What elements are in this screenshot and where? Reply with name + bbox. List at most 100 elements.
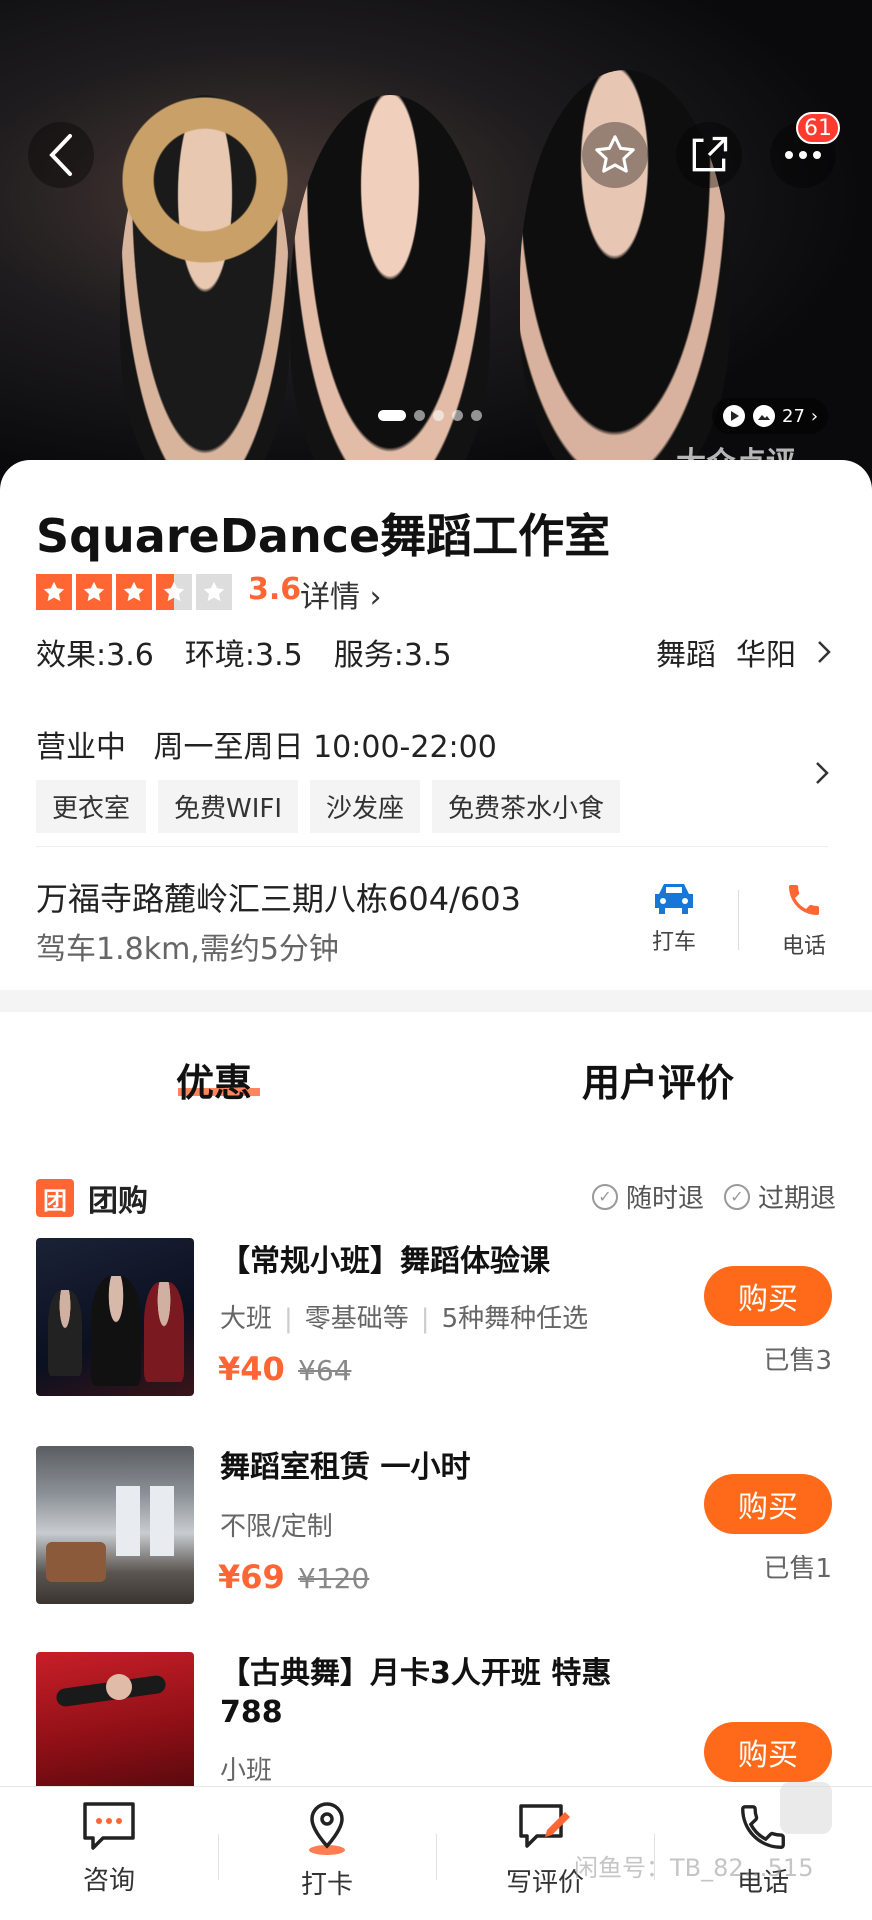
open-status: 营业中 <box>36 730 126 765</box>
facility-tag: 免费WIFI <box>158 780 299 833</box>
shop-address[interactable]: 万福寺路麓岭汇三期八栋604/603 <box>36 874 521 920</box>
notification-badge: 61 <box>796 112 840 144</box>
deal-tags: 小班 <box>220 1750 272 1787</box>
deal-thumbnail[interactable] <box>36 1238 194 1396</box>
more-dots-icon <box>785 151 821 159</box>
buy-button[interactable]: 购买 <box>704 1266 832 1326</box>
thumbnail-figure <box>48 1290 82 1376</box>
shop-name: SquareDance舞蹈工作室 <box>36 509 611 563</box>
write-review-label: 写评价 <box>505 1868 584 1898</box>
tag-separator: | <box>420 1304 430 1334</box>
group-buy-title: 团购 <box>88 1184 148 1219</box>
deal-tag: 小班 <box>220 1756 273 1786</box>
refund-guarantees: ✓ 随时退 ✓ 过期退 <box>591 1178 836 1215</box>
carousel-dot <box>414 410 425 421</box>
back-button[interactable] <box>28 122 94 188</box>
category-label: 舞蹈 <box>656 638 716 673</box>
carousel-dot <box>433 410 444 421</box>
deal-tag: 零基础等 <box>304 1304 409 1334</box>
buy-button[interactable]: 购买 <box>704 1474 832 1534</box>
thumbnail-figure <box>91 1276 141 1386</box>
sold-count: 已售1 <box>763 1554 832 1584</box>
dancer-figure <box>290 95 490 490</box>
detail-label: 详情 <box>300 580 360 615</box>
chevron-right-icon: › <box>810 405 819 427</box>
chevron-right-icon: › <box>360 580 382 615</box>
group-buy-icon: 团 <box>36 1179 74 1217</box>
consult-button[interactable]: 咨询 <box>29 1800 189 1897</box>
deal-price: ¥69 <box>218 1558 285 1596</box>
buy-button[interactable]: 购买 <box>704 1722 832 1782</box>
rating-score: 3.6 <box>248 572 302 607</box>
divider <box>36 846 828 847</box>
divider <box>218 1834 219 1880</box>
phone-icon <box>789 885 819 915</box>
tab-deals[interactable]: 优惠 <box>176 1052 252 1107</box>
check-circle-icon: ✓ <box>723 1183 750 1210</box>
guarantee-label: 过期退 <box>757 1184 836 1214</box>
deal-tag: 5种舞种任选 <box>441 1304 589 1334</box>
sold-count: 已售3 <box>763 1346 832 1376</box>
carousel-dot <box>471 410 482 421</box>
checkin-label: 打卡 <box>300 1870 353 1900</box>
star-half-icon <box>156 574 192 610</box>
carousel-dot-active <box>378 410 406 421</box>
taxi-button[interactable]: 打车 <box>634 880 714 956</box>
divider <box>738 890 739 950</box>
group-buy-header: 团 团购 <box>36 1176 148 1220</box>
back-arrow-icon <box>49 134 72 176</box>
deal-tag: 大班 <box>220 1304 273 1334</box>
phone-button[interactable]: 电话 <box>764 880 844 960</box>
carousel-dot <box>452 410 463 421</box>
divider <box>436 1834 437 1880</box>
deal-thumbnail[interactable] <box>36 1652 194 1786</box>
carousel-indicator <box>378 410 482 421</box>
watermark-logo <box>780 1782 832 1834</box>
watermark-text: 闲鱼号：TB_82…515 <box>574 1854 814 1882</box>
facility-tag: 沙发座 <box>310 780 421 833</box>
tag-separator: | <box>284 1304 293 1334</box>
category-link[interactable]: 舞蹈 华阳 <box>656 630 832 674</box>
thumbnail-window <box>116 1486 140 1556</box>
chevron-right-icon[interactable] <box>814 760 830 786</box>
share-icon <box>692 136 728 172</box>
dancer-hair <box>105 90 305 290</box>
star-icon <box>76 574 112 610</box>
facility-tags: 更衣室 免费WIFI 沙发座 免费茶水小食 <box>36 780 621 833</box>
star-icon <box>36 574 72 610</box>
deal-thumbnail[interactable] <box>36 1446 194 1604</box>
drive-distance: 驾车1.8km,需约5分钟 <box>36 932 339 967</box>
facility-tag: 更衣室 <box>36 780 147 833</box>
star-outline-icon <box>595 135 635 173</box>
thumbnail-window <box>150 1486 174 1556</box>
location-pin-icon <box>309 1802 345 1855</box>
business-hours[interactable]: 营业中 周一至周日 10:00-22:00 <box>36 722 497 766</box>
tab-reviews[interactable]: 用户评价 <box>582 1052 734 1107</box>
thumbnail-sofa <box>46 1542 106 1582</box>
thumbnail-figure <box>106 1674 132 1700</box>
deal-title[interactable]: 【古典舞】月卡3人开班 特惠 788 <box>220 1654 660 1732</box>
star-rating <box>36 574 232 610</box>
favorite-button[interactable] <box>582 122 648 188</box>
deal-original-price: ¥64 <box>298 1354 352 1387</box>
deal-title[interactable]: 【常规小班】舞蹈体验课 <box>220 1242 660 1281</box>
deal-tags: 不限/定制 <box>220 1506 333 1543</box>
rating-detail-link[interactable]: 详情 › <box>300 572 382 616</box>
guarantee-anytime: ✓ 随时退 <box>591 1178 704 1215</box>
media-count-pill[interactable]: 27 › <box>712 398 829 434</box>
checkin-button[interactable]: 打卡 <box>247 1800 407 1901</box>
sub-scores: 效果:3.6 环境:3.5 服务:3.5 <box>36 638 452 673</box>
thumbnail-figure <box>144 1282 184 1382</box>
edit-review-icon <box>519 1804 570 1848</box>
star-empty-icon <box>196 574 232 610</box>
facility-tag: 免费茶水小食 <box>432 780 621 833</box>
phone-label: 电话 <box>781 934 826 959</box>
deal-original-price: ¥120 <box>298 1562 370 1595</box>
share-button[interactable] <box>676 122 742 188</box>
photo-count: 27 <box>782 405 805 427</box>
consult-label: 咨询 <box>82 1866 135 1896</box>
deal-title[interactable]: 舞蹈室租赁 一小时 <box>220 1448 660 1487</box>
photo-icon <box>753 405 775 427</box>
check-circle-icon: ✓ <box>591 1183 618 1210</box>
chat-bubble-icon <box>83 1802 135 1850</box>
